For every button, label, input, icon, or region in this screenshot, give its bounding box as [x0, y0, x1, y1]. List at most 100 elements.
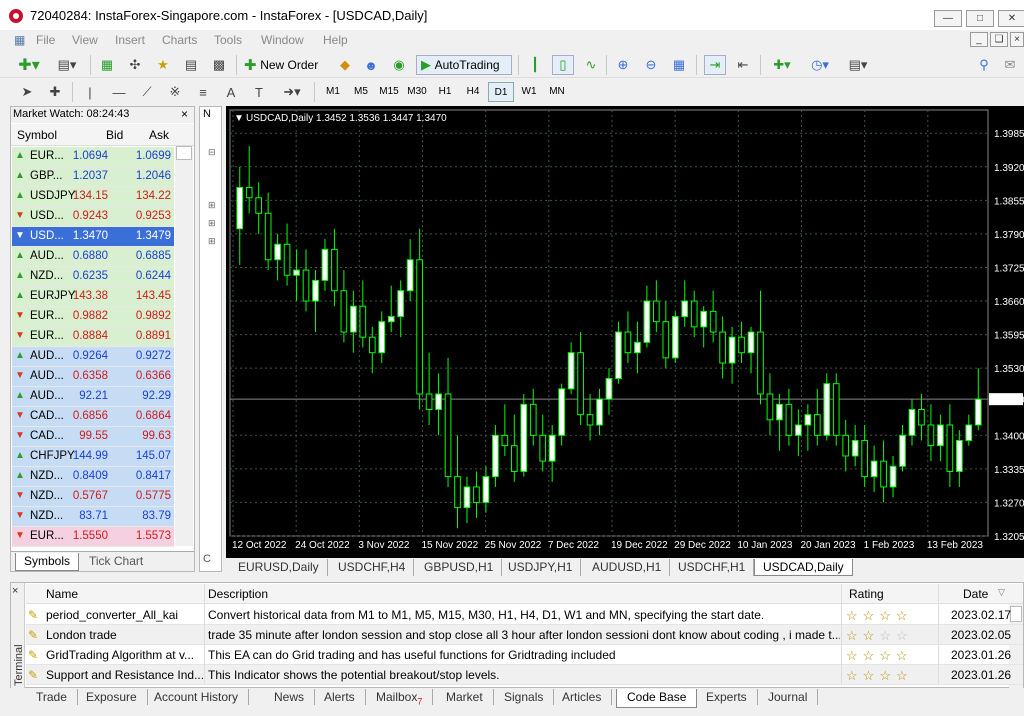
tile-windows-icon[interactable]: ▦: [668, 55, 690, 75]
crosshair-icon[interactable]: ✚: [44, 82, 66, 102]
market-watch-row[interactable]: ▼ CAD... 99.55 99.63: [12, 427, 174, 447]
mdi-minimize-button[interactable]: _: [970, 32, 988, 47]
market-watch-row[interactable]: ▼ EUR... 1.5550 1.5573: [12, 527, 174, 547]
timeframe-m30[interactable]: M30: [404, 82, 430, 102]
metaeditor-icon[interactable]: ◆: [334, 55, 356, 75]
cursor-icon[interactable]: ➤: [16, 82, 38, 102]
price-chart[interactable]: 1.3985 1.3920 1.3855 1.3790 1.3725 1.3660 1.35…: [226, 106, 1024, 558]
market-watch-row[interactable]: ▲ EUR... 1.0694 1.0699: [12, 147, 174, 167]
terminal-tab[interactable]: Trade: [26, 689, 78, 705]
new-order-button[interactable]: ✚ New Order: [244, 55, 334, 75]
mdi-restore-button[interactable]: ❏: [990, 32, 1008, 47]
timeframe-m5[interactable]: M5: [348, 82, 374, 102]
navigator-icon[interactable]: ★: [152, 55, 174, 75]
horizontal-line-icon[interactable]: —: [108, 82, 130, 102]
menu-window[interactable]: Window: [261, 33, 304, 47]
mdi-close-button[interactable]: ×: [1010, 32, 1024, 47]
timeframe-w1[interactable]: W1: [516, 82, 542, 102]
tree-expand-icon[interactable]: ⊞: [208, 200, 216, 211]
strategy-tester-icon[interactable]: ▩: [208, 55, 230, 75]
chat-icon[interactable]: ✉: [1000, 55, 1020, 75]
terminal-tab[interactable]: Experts: [696, 689, 758, 705]
column-symbol[interactable]: Symbol: [17, 128, 57, 142]
chart-shift-icon[interactable]: ⇤: [732, 55, 754, 75]
timeframe-mn[interactable]: MN: [544, 82, 570, 102]
terminal-icon[interactable]: ▤: [180, 55, 202, 75]
vertical-line-icon[interactable]: |: [80, 82, 100, 102]
codebase-row[interactable]: ✎ Support and Resistance Ind... This Indic…: [26, 665, 1023, 685]
terminal-tab[interactable]: Account History: [144, 689, 250, 705]
templates-icon[interactable]: ▤▾: [842, 55, 874, 75]
market-watch-row[interactable]: ▲ AUD... 0.9264 0.9272: [12, 347, 174, 367]
column-description[interactable]: Description: [208, 587, 268, 601]
chart-tab[interactable]: AUDUSD,H1: [584, 559, 671, 576]
timeframe-h1[interactable]: H1: [432, 82, 458, 102]
text-icon[interactable]: A: [220, 82, 242, 102]
chart-tab[interactable]: USDJPY,H1: [500, 559, 582, 576]
market-watch-row[interactable]: ▲ CHFJPY 144.99 145.07: [12, 447, 174, 467]
close-button[interactable]: ✕: [998, 10, 1024, 27]
indicators-icon[interactable]: ✚▾: [766, 55, 798, 75]
community-icon[interactable]: ☻: [360, 55, 382, 75]
trendline-icon[interactable]: ⟋: [136, 82, 158, 102]
codebase-row[interactable]: ✎ period_converter_All_kai Convert histori…: [26, 605, 1023, 625]
autotrading-button[interactable]: ▶ AutoTrading: [416, 55, 512, 75]
arrows-icon[interactable]: ➜▾: [278, 82, 306, 102]
line-chart-icon[interactable]: ∿: [580, 55, 602, 75]
column-date[interactable]: Date: [963, 587, 988, 601]
market-watch-row[interactable]: ▼ EUR... 0.9882 0.9892: [12, 307, 174, 327]
column-ask[interactable]: Ask: [149, 128, 169, 142]
menu-help[interactable]: Help: [323, 33, 348, 47]
maximize-button[interactable]: □: [966, 10, 994, 27]
market-watch-row[interactable]: ▲ AUD... 0.6880 0.6885: [12, 247, 174, 267]
tab-symbols[interactable]: Symbols: [15, 553, 80, 571]
chart-tab[interactable]: USDCHF,H1: [670, 559, 755, 576]
terminal-tab[interactable]: Exposure: [76, 689, 148, 705]
menu-file[interactable]: File: [36, 33, 55, 47]
chart-tab[interactable]: EURUSD,Daily: [230, 559, 328, 576]
market-watch-row[interactable]: ▲ NZD... 0.8409 0.8417: [12, 467, 174, 487]
navigator-tab[interactable]: C: [203, 553, 211, 565]
market-watch-row[interactable]: ▼ USD... 0.9243 0.9253: [12, 207, 174, 227]
close-icon[interactable]: ×: [181, 107, 188, 122]
timeframe-h4[interactable]: H4: [460, 82, 486, 102]
chart-tab[interactable]: USDCAD,Daily: [754, 559, 853, 576]
market-watch-row[interactable]: ▲ EURJPY 143.38 143.45: [12, 287, 174, 307]
zoom-in-icon[interactable]: ⊕: [612, 55, 634, 75]
market-watch-row[interactable]: ▼ EUR... 0.8884 0.8891: [12, 327, 174, 347]
timeframe-m1[interactable]: M1: [320, 82, 346, 102]
periods-icon[interactable]: ◷▾: [804, 55, 836, 75]
market-watch-icon[interactable]: ▦: [96, 55, 118, 75]
terminal-tab[interactable]: News: [264, 689, 316, 705]
zoom-out-icon[interactable]: ⊖: [640, 55, 662, 75]
chart-tab[interactable]: USDCHF,H4: [330, 559, 415, 576]
timeframe-d1[interactable]: D1: [488, 82, 514, 102]
market-watch-row[interactable]: ▼ USD... 1.3470 1.3479: [12, 227, 174, 247]
terminal-tab[interactable]: Code Base: [616, 689, 698, 708]
terminal-tab[interactable]: Mailbox7: [366, 689, 434, 706]
codebase-row[interactable]: ✎ GridTrading Algorithm at v... This EA ca…: [26, 645, 1023, 665]
market-watch-row[interactable]: ▼ NZD... 0.5767 0.5775: [12, 487, 174, 507]
terminal-tab[interactable]: Alerts: [314, 689, 366, 705]
menu-insert[interactable]: Insert: [115, 33, 145, 47]
timeframe-m15[interactable]: M15: [376, 82, 402, 102]
equidistant-channel-icon[interactable]: ※: [164, 82, 186, 102]
terminal-tab[interactable]: Signals: [494, 689, 555, 705]
market-watch-scrollbar[interactable]: [175, 146, 193, 546]
fibonacci-icon[interactable]: ≡: [192, 82, 214, 102]
chart-tab[interactable]: GBPUSD,H1: [416, 559, 503, 576]
menu-tools[interactable]: Tools: [214, 33, 242, 47]
scroll-thumb[interactable]: [176, 146, 192, 160]
market-watch-row[interactable]: ▲ GBP... 1.2037 1.2046: [12, 167, 174, 187]
new-chart-icon[interactable]: ✚▾: [14, 55, 44, 75]
menu-view[interactable]: View: [72, 33, 98, 47]
tree-expand-icon[interactable]: ⊞: [208, 218, 216, 229]
tree-collapse-icon[interactable]: ⊟: [208, 147, 216, 158]
column-bid[interactable]: Bid: [106, 128, 123, 142]
profiles-icon[interactable]: ▤▾: [52, 55, 82, 75]
market-watch-row[interactable]: ▲ AUD... 92.21 92.29: [12, 387, 174, 407]
terminal-tab[interactable]: Articles: [552, 689, 613, 705]
chart-canvas[interactable]: 1.3985 1.3920 1.3855 1.3790 1.3725 1.3660 1.35…: [226, 106, 1024, 558]
codebase-row[interactable]: ✎ London trade trade 35 minute after londo…: [26, 625, 1023, 645]
column-rating[interactable]: Rating: [849, 587, 884, 601]
